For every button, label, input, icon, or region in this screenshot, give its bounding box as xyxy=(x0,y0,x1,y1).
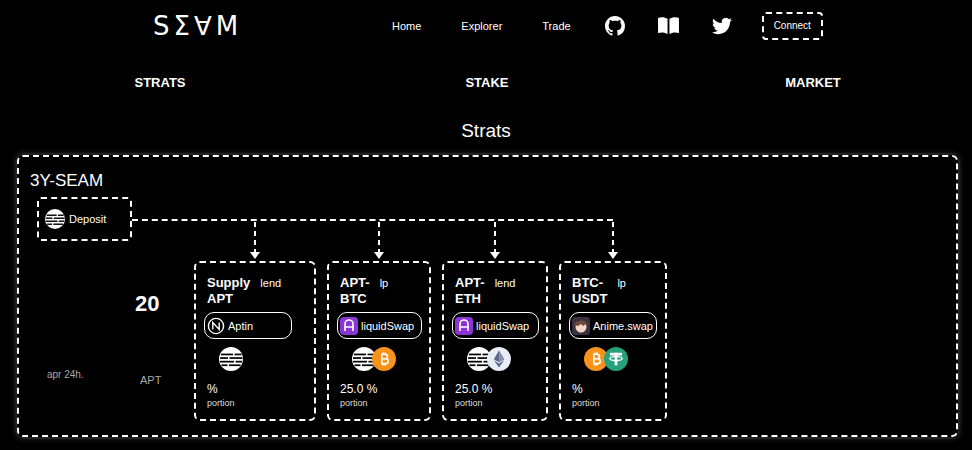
card-header: APT-BTC lp xyxy=(340,275,422,307)
arrow-down-icon xyxy=(373,197,385,261)
card-column: BTC-USDT lp Anime.swap % portion xyxy=(559,197,667,421)
aptos-icon xyxy=(45,209,65,229)
portion-value: 25.0 % xyxy=(340,382,422,397)
twitter-icon[interactable] xyxy=(712,16,732,36)
apr-value: 20 xyxy=(135,291,194,317)
connect-button[interactable]: Connect xyxy=(762,12,823,40)
arrow-down-icon xyxy=(249,197,261,261)
card-type: lend xyxy=(260,275,281,291)
section-tab[interactable]: MARKET xyxy=(654,75,972,91)
protocol-name: liquidSwap xyxy=(476,320,529,332)
nav: Home Explorer Trade xyxy=(392,20,571,32)
protocol-name: Aptin xyxy=(228,320,253,332)
github-icon[interactable] xyxy=(605,16,625,36)
card-title: Supply APT xyxy=(207,275,250,307)
social-links: Connect xyxy=(605,12,823,40)
ethereum-icon xyxy=(487,347,511,371)
book-icon[interactable] xyxy=(657,16,680,35)
card-type: lp xyxy=(617,275,626,291)
token-icons xyxy=(584,347,658,371)
protocol-pill: liquidSwap xyxy=(452,312,539,339)
strategy-cards: Supply APT lend Aptin % portion APT-BTC … xyxy=(194,197,667,421)
strategy-body: Deposit 20 apr 24h. APT Supply APT lend … xyxy=(30,197,944,421)
card-title: BTC-USDT xyxy=(572,275,607,307)
portion-label: portion xyxy=(572,397,658,410)
deposit-label: Deposit xyxy=(69,213,106,225)
aptin-logo-icon xyxy=(207,317,225,335)
portion-value: % xyxy=(207,382,307,397)
apr-stats: 20 apr 24h. APT xyxy=(30,291,194,386)
protocol-pill: Aptin xyxy=(204,312,292,339)
liquidswap-logo-icon xyxy=(455,317,473,335)
bitcoin-icon xyxy=(372,347,396,371)
card-title: APT-ETH xyxy=(455,275,485,307)
strategy-card[interactable]: APT-ETH lend liquidSwap 25.0 % portion xyxy=(442,261,548,421)
page: SΣ∀M Home Explorer Trade Connect STRATSSTA… xyxy=(0,0,972,450)
logo[interactable]: SΣ∀M xyxy=(153,11,392,41)
strategy-name: 3Y-SEAM xyxy=(30,171,944,191)
strategy-panel: 3Y-SEAM Deposit 20 apr 24h. APT Supply A… xyxy=(17,155,958,437)
token-icons xyxy=(219,347,307,371)
apr-label: apr 24h. xyxy=(47,369,135,386)
card-title: APT-BTC xyxy=(340,275,370,307)
token-icons xyxy=(467,347,539,371)
animeswap-logo-icon xyxy=(572,317,590,335)
connector-line xyxy=(132,219,613,221)
arrow-down-icon xyxy=(607,197,619,261)
card-column: APT-ETH lend liquidSwap 25.0 % portion xyxy=(442,197,548,421)
strategy-card[interactable]: Supply APT lend Aptin % portion xyxy=(194,261,316,421)
page-title: Strats xyxy=(0,119,972,143)
section-tab[interactable]: STAKE xyxy=(320,75,654,91)
deposit-button[interactable]: Deposit xyxy=(37,197,132,241)
card-header: APT-ETH lend xyxy=(455,275,539,307)
tether-icon xyxy=(604,347,628,371)
header: SΣ∀M Home Explorer Trade Connect xyxy=(0,1,972,50)
token-icons xyxy=(352,347,422,371)
arrow-down-icon xyxy=(489,197,501,261)
portion-value: % xyxy=(572,382,658,397)
portion-value: 25.0 % xyxy=(455,382,539,397)
card-header: BTC-USDT lp xyxy=(572,275,658,307)
card-column: Supply APT lend Aptin % portion xyxy=(194,197,316,421)
card-type: lp xyxy=(380,275,389,291)
card-column: APT-BTC lp liquidSwap 25.0 % portion xyxy=(327,197,431,421)
protocol-name: liquidSwap xyxy=(361,320,414,332)
strategy-summary: Deposit 20 apr 24h. APT xyxy=(30,197,194,421)
nav-link[interactable]: Home xyxy=(392,20,421,32)
nav-link[interactable]: Trade xyxy=(542,20,570,32)
aptos-icon xyxy=(219,347,243,371)
section-tabs: STRATSSTAKEMARKET xyxy=(0,75,972,91)
portion-label: portion xyxy=(340,397,422,410)
protocol-pill: Anime.swap xyxy=(569,312,657,339)
apr-unit: APT xyxy=(140,374,194,386)
section-tab[interactable]: STRATS xyxy=(0,75,320,91)
protocol-pill: liquidSwap xyxy=(337,312,422,339)
strategy-card[interactable]: APT-BTC lp liquidSwap 25.0 % portion xyxy=(327,261,431,421)
nav-link[interactable]: Explorer xyxy=(461,20,502,32)
card-header: Supply APT lend xyxy=(207,275,307,307)
portion-label: portion xyxy=(455,397,539,410)
liquidswap-logo-icon xyxy=(340,317,358,335)
portion-label: portion xyxy=(207,397,307,410)
card-type: lend xyxy=(495,275,516,291)
protocol-name: Anime.swap xyxy=(593,320,653,332)
strategy-card[interactable]: BTC-USDT lp Anime.swap % portion xyxy=(559,261,667,421)
